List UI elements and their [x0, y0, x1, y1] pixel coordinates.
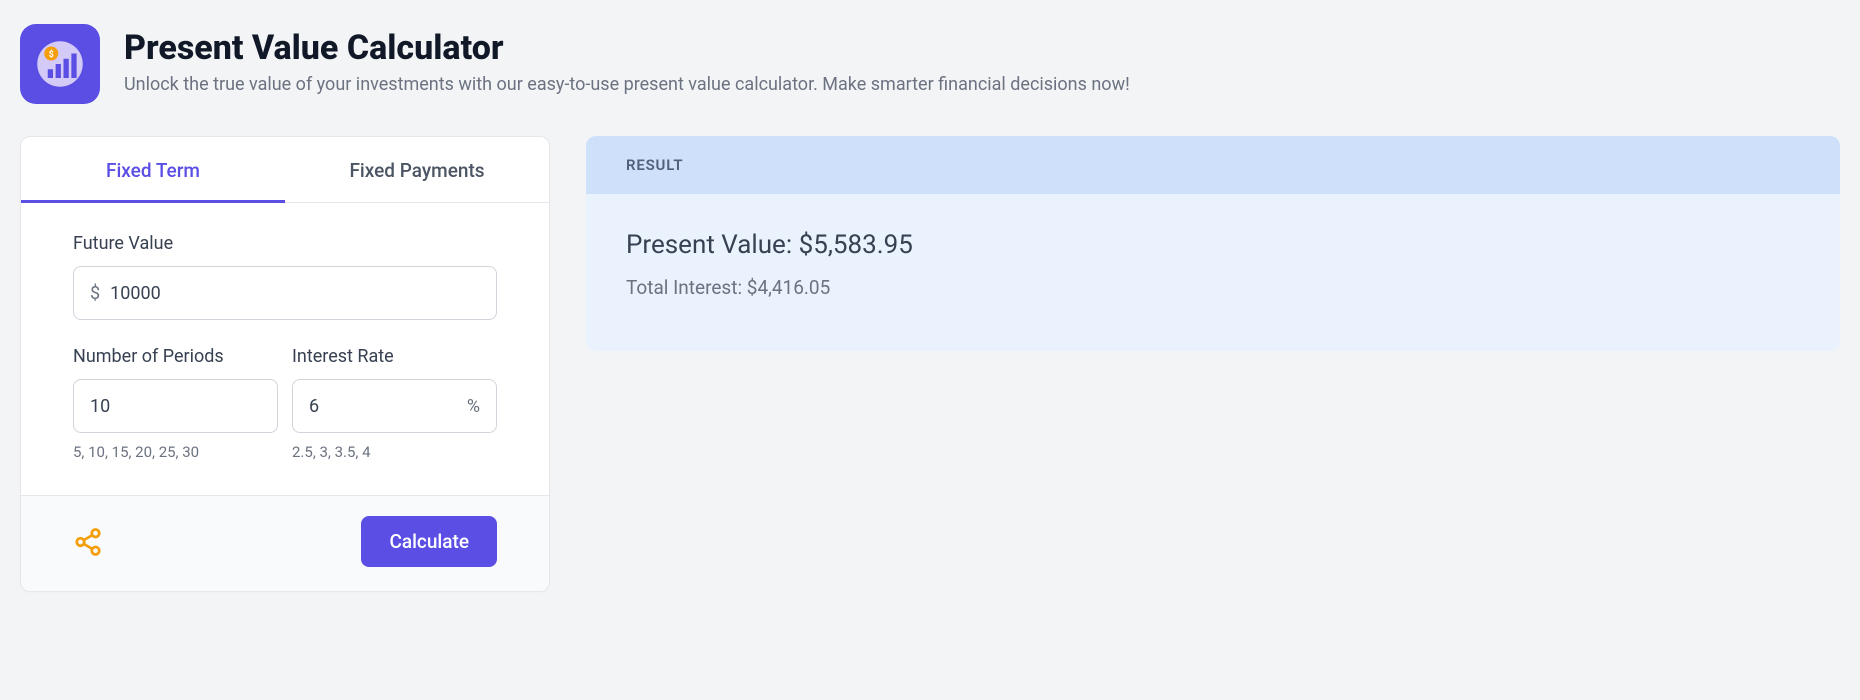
bar-chart-icon: $ — [32, 36, 88, 92]
input-wrap-future-value[interactable]: $ — [73, 266, 497, 320]
label-future-value: Future Value — [73, 233, 497, 254]
currency-prefix: $ — [90, 283, 100, 304]
total-interest-amount: $4,416.05 — [747, 276, 831, 299]
present-value-label: Present Value: — [626, 230, 799, 260]
percent-suffix: % — [467, 396, 480, 417]
input-wrap-interest[interactable]: % — [292, 379, 497, 433]
page-title: Present Value Calculator — [124, 28, 1130, 68]
field-interest-rate: Interest Rate % 2.5, 3, 3.5, 4 — [292, 346, 497, 461]
field-future-value: Future Value $ — [73, 233, 497, 320]
calculate-button[interactable]: Calculate — [361, 516, 497, 567]
result-header: RESULT — [586, 136, 1840, 194]
tab-fixed-payments[interactable]: Fixed Payments — [285, 137, 549, 202]
total-interest-label: Total Interest: — [626, 276, 747, 299]
present-value-amount: $5,583.95 — [799, 230, 913, 260]
svg-text:$: $ — [49, 49, 54, 60]
page-subtitle: Unlock the true value of your investment… — [124, 74, 1130, 95]
label-periods: Number of Periods — [73, 346, 278, 367]
card-footer: Calculate — [21, 495, 549, 591]
result-panel: RESULT Present Value: $5,583.95 Total In… — [586, 136, 1840, 351]
input-card: Fixed Term Fixed Payments Future Value $… — [20, 136, 550, 592]
total-interest-row: Total Interest: $4,416.05 — [626, 276, 1800, 299]
hint-interest: 2.5, 3, 3.5, 4 — [292, 443, 497, 461]
future-value-input[interactable] — [110, 283, 480, 304]
hint-periods: 5, 10, 15, 20, 25, 30 — [73, 443, 278, 461]
share-icon[interactable] — [73, 527, 103, 557]
input-wrap-periods[interactable] — [73, 379, 278, 433]
result-body: Present Value: $5,583.95 Total Interest:… — [586, 194, 1840, 351]
tab-fixed-term[interactable]: Fixed Term — [21, 137, 285, 202]
present-value-row: Present Value: $5,583.95 — [626, 230, 1800, 260]
app-icon: $ — [20, 24, 100, 104]
interest-input[interactable] — [309, 396, 457, 417]
tabs: Fixed Term Fixed Payments — [21, 137, 549, 203]
form: Future Value $ Number of Periods 5, 10, … — [21, 203, 549, 495]
field-number-of-periods: Number of Periods 5, 10, 15, 20, 25, 30 — [73, 346, 278, 461]
periods-input[interactable] — [90, 396, 261, 417]
label-interest: Interest Rate — [292, 346, 497, 367]
page-header: $ Present Value Calculator Unlock the tr… — [20, 24, 1840, 104]
